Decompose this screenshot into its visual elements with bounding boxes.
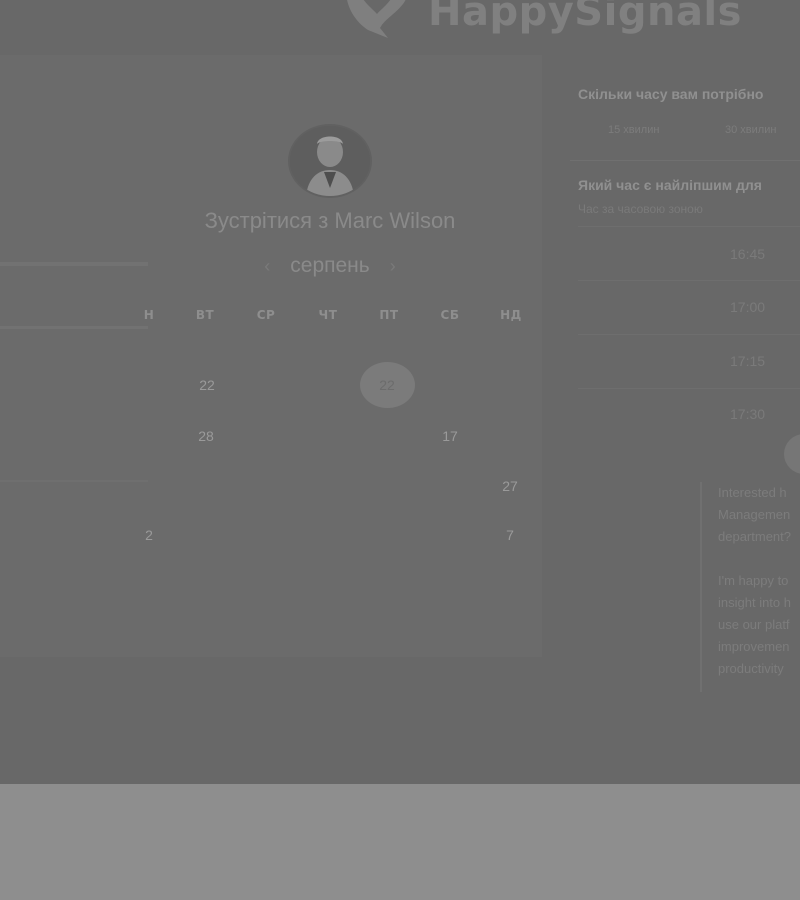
weekday-tue: ВТ — [195, 308, 215, 322]
promo-text-line: department? — [718, 529, 791, 544]
divider-line — [0, 326, 148, 329]
person-photo — [290, 126, 370, 196]
prev-month-button[interactable]: ‹ — [264, 256, 270, 277]
promo-text-line: insight into h — [718, 595, 791, 610]
divider-line — [0, 480, 148, 482]
calendar-day[interactable]: 7 — [480, 527, 540, 543]
calendar-day[interactable]: 17 — [420, 428, 480, 444]
duration-option-15[interactable]: 15 хвилин — [608, 124, 659, 136]
time-question: Який час є найліпшим для — [578, 177, 762, 193]
calendar-day[interactable]: 27 — [480, 478, 540, 494]
duration-question: Скільки часу вам потрібно — [578, 86, 764, 102]
weekday-wed: СР — [256, 308, 276, 322]
promo-text-line: Managemen — [718, 507, 791, 522]
weekday-sat: СБ — [440, 308, 460, 322]
weekday-thu: ЧТ — [318, 308, 338, 322]
divider-line — [0, 262, 148, 266]
avatar — [288, 124, 372, 198]
calendar-day[interactable]: 2 — [119, 527, 179, 543]
calendar-day[interactable]: 28 — [176, 428, 236, 444]
weekday-mon: Н — [143, 308, 155, 322]
month-label: серпень — [290, 254, 370, 277]
time-slot[interactable]: 17:15 — [730, 353, 765, 369]
slot-divider — [578, 226, 800, 227]
meeting-title: Зустрітися з Marc Wilson — [204, 208, 456, 233]
heart-chat-icon — [347, 0, 406, 38]
weekday-sun: НД — [500, 308, 522, 322]
quote-bar — [700, 482, 702, 692]
calendar-panel — [0, 55, 542, 657]
brand-logo[interactable]: HappySignals — [338, 0, 742, 42]
time-slot[interactable]: 16:45 — [730, 246, 765, 262]
promo-text-line: use our platf — [718, 617, 790, 632]
calendar-day[interactable]: 22 — [177, 377, 237, 393]
slot-divider — [578, 280, 800, 281]
duration-option-30[interactable]: 30 хвилин — [725, 124, 776, 136]
promo-text-line: productivity — [718, 661, 784, 676]
time-slot[interactable]: 17:00 — [730, 299, 765, 315]
promo-text-line: I'm happy to — [718, 573, 789, 588]
promo-text-line: Interested h — [718, 485, 787, 500]
timezone-note: Час за часовою зоною — [578, 202, 703, 216]
weekday-fri: ПТ — [379, 308, 399, 322]
month-navigator: ‹ серпень › — [250, 252, 410, 280]
divider-line — [570, 160, 800, 161]
slot-divider — [578, 388, 800, 389]
time-slot[interactable]: 17:30 — [730, 406, 765, 422]
next-month-button[interactable]: › — [390, 256, 396, 277]
slot-divider — [578, 334, 800, 335]
promo-text-line: improvemen — [718, 639, 790, 654]
calendar-day-selected[interactable]: 22 — [357, 377, 417, 393]
brand-name: HappySignals — [428, 0, 742, 35]
